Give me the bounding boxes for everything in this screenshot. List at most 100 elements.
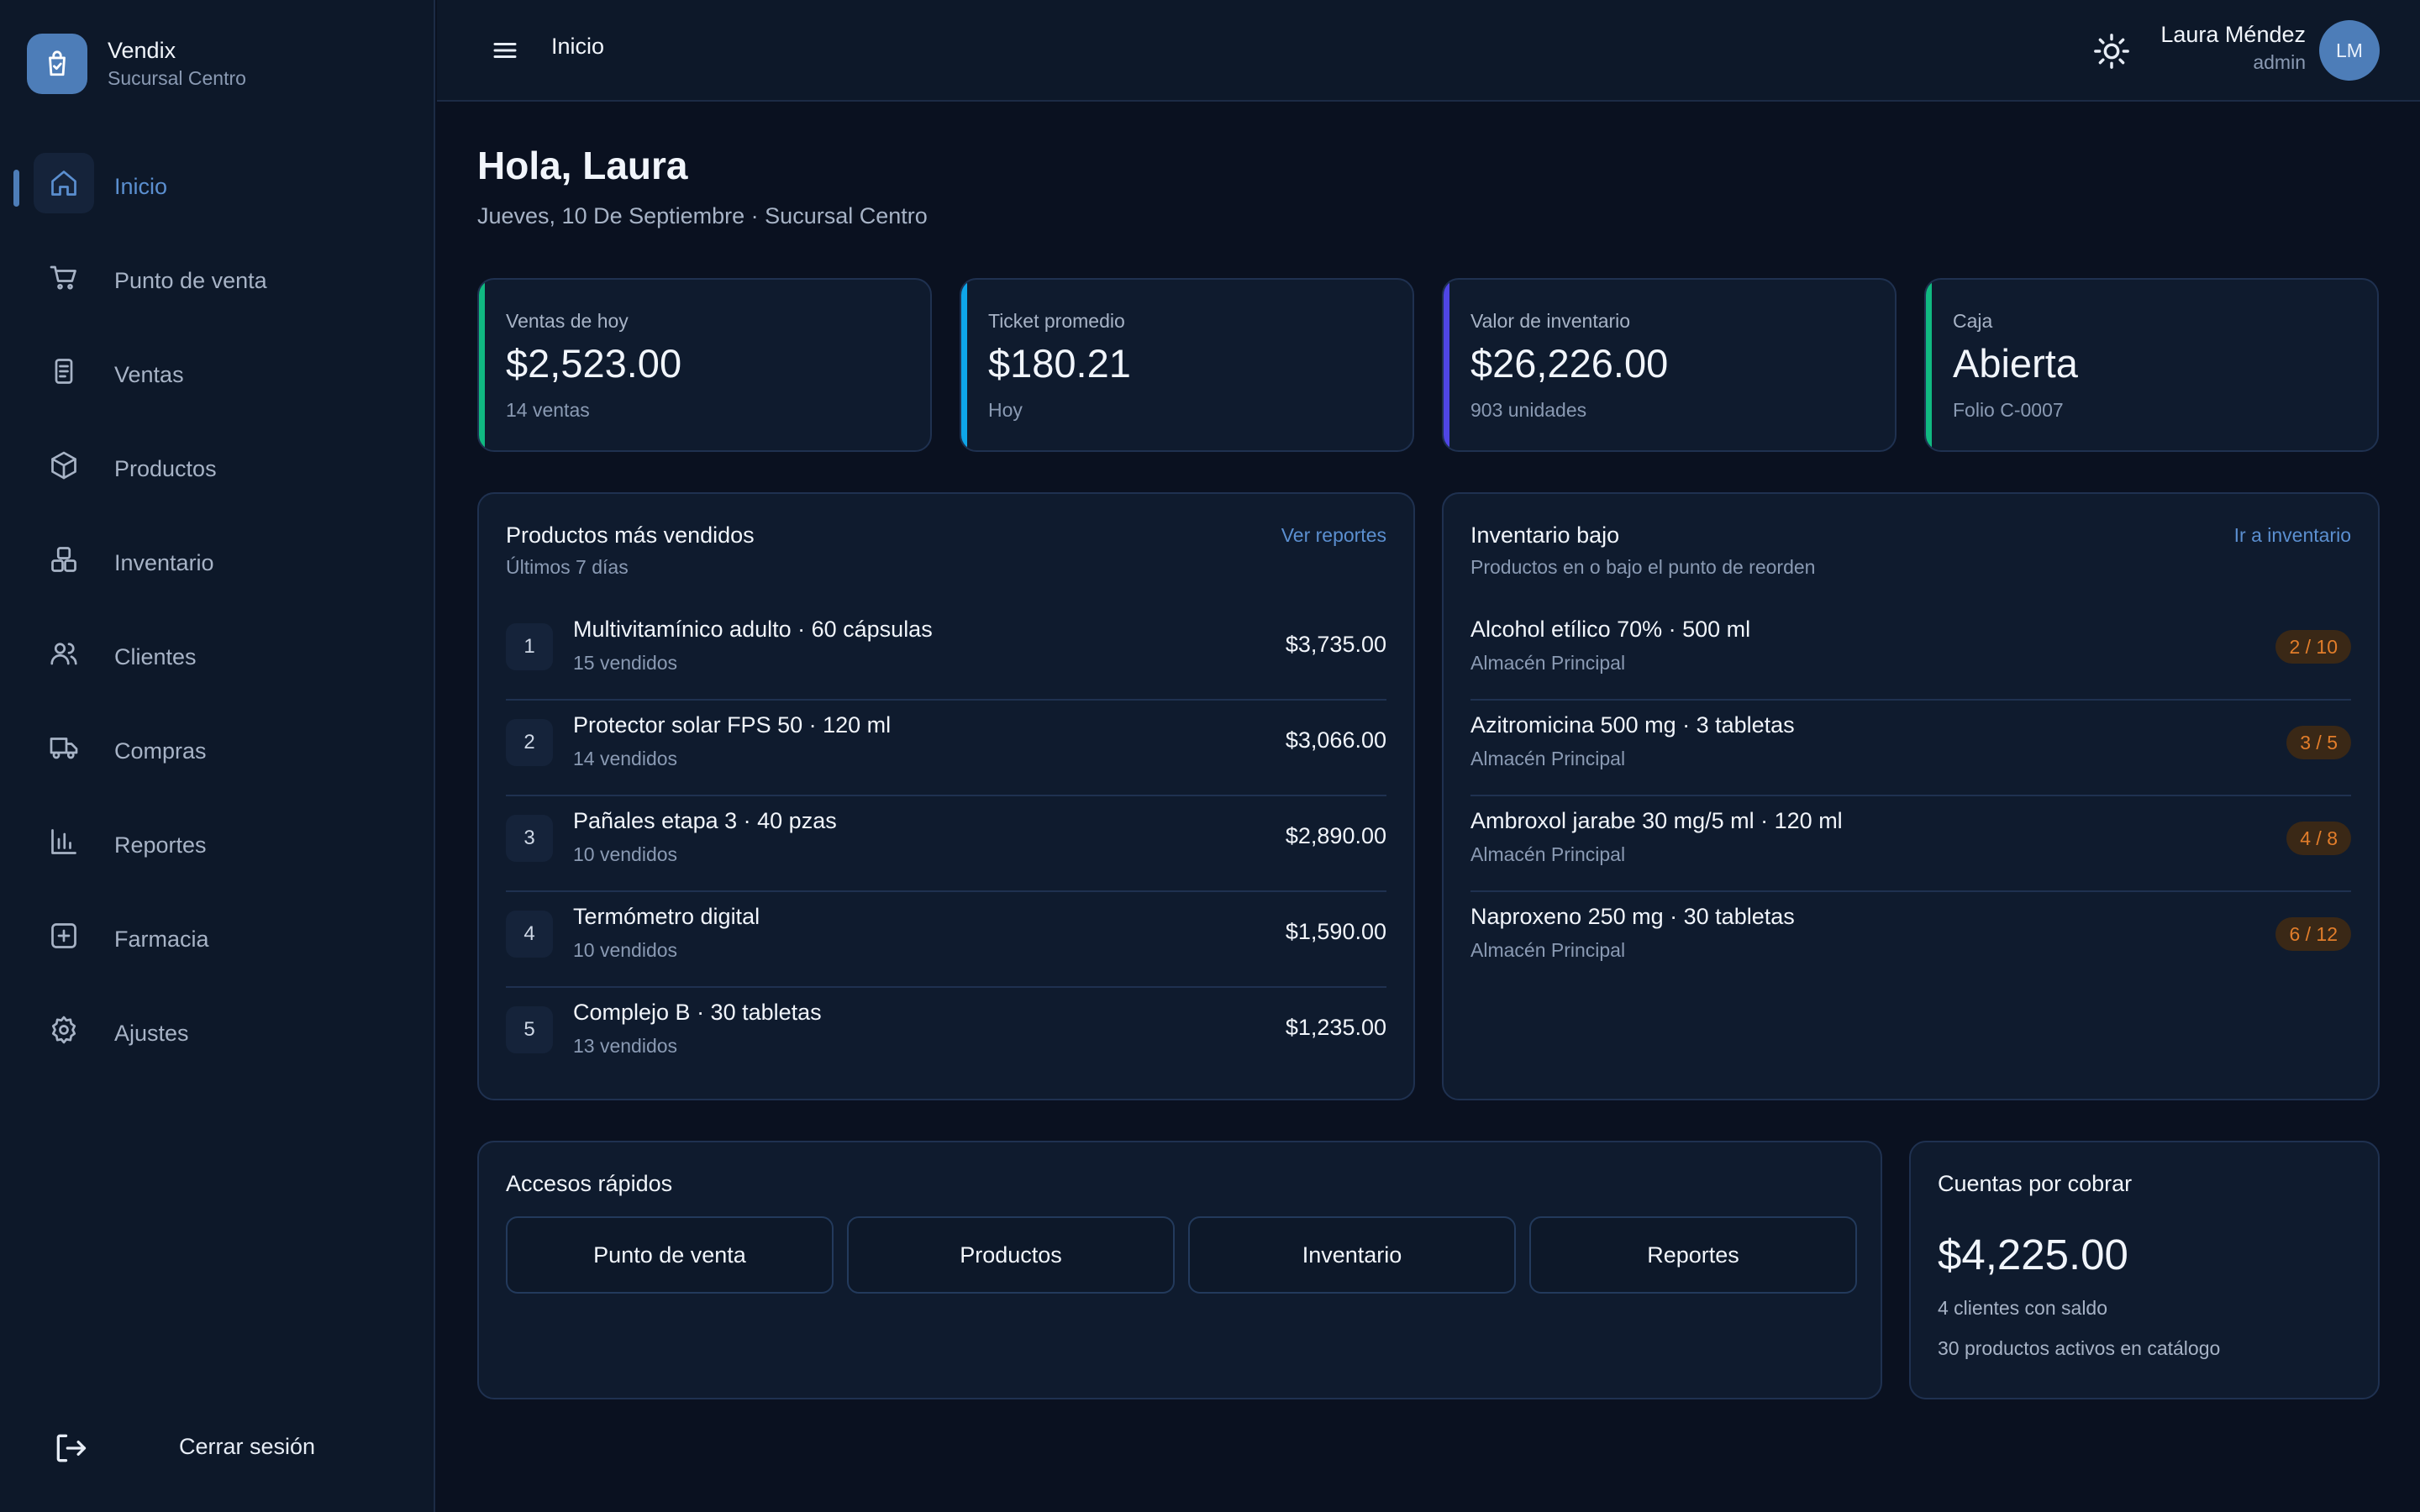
product-amount: $1,235.00 [1285, 1015, 1386, 1040]
logout-button[interactable]: Cerrar sesión [0, 1416, 435, 1477]
sidebar-nav: Inicio Punto de venta Ventas Productos I… [0, 139, 435, 1080]
logout-icon [52, 1430, 89, 1467]
gear-icon [34, 1000, 94, 1060]
list-item[interactable]: Naproxeno 250 mg · 30 tabletas Almacén P… [1470, 892, 2351, 988]
quick-access-products-button[interactable]: Productos [847, 1216, 1175, 1294]
product-name: Complejo B · 30 tabletas [573, 1000, 822, 1025]
sidebar-item-label: Productos [114, 455, 217, 481]
kpi-accent-bar [1444, 280, 1449, 450]
list-item[interactable]: Azitromicina 500 mg · 3 tabletas Almacén… [1470, 701, 2351, 796]
rank-badge: 5 [506, 1006, 553, 1053]
sidebar-item-label: Inventario [114, 549, 214, 575]
menu-icon[interactable] [490, 35, 520, 66]
kpi-label: Ticket promedio [988, 310, 1125, 332]
product-name: Pañales etapa 3 · 40 pzas [573, 808, 837, 833]
sidebar-item-label: Clientes [114, 643, 197, 669]
panel-title: Cuentas por cobrar [1938, 1171, 2133, 1196]
low-stock-panel: Inventario bajo Productos en o bajo el p… [1442, 492, 2380, 1100]
cart-icon [34, 247, 94, 307]
product-amount: $1,590.00 [1285, 919, 1386, 944]
quick-access-pos-button[interactable]: Punto de venta [506, 1216, 834, 1294]
warehouse-location: Almacén Principal [1470, 748, 1626, 769]
sidebar-item-clientes[interactable]: Clientes [0, 610, 435, 704]
go-to-inventory-link[interactable]: Ir a inventario [2234, 524, 2351, 547]
sidebar-item-inicio[interactable]: Inicio [0, 139, 435, 234]
units-sold: 10 vendidos [573, 843, 678, 865]
page-subtitle: Jueves, 10 De Septiembre · Sucursal Cent… [477, 203, 928, 228]
rank-badge: 3 [506, 815, 553, 862]
sun-icon[interactable] [2092, 32, 2131, 71]
kpi-accent-bar [479, 280, 485, 450]
sidebar-item-label: Farmacia [114, 926, 209, 952]
top-products-panel: Productos más vendidos Últimos 7 días Ve… [477, 492, 1415, 1100]
avatar[interactable]: LM [2319, 20, 2380, 81]
quick-access-inventory-button[interactable]: Inventario [1188, 1216, 1516, 1294]
list-item[interactable]: Ambroxol jarabe 30 mg/5 ml · 120 ml Alma… [1470, 796, 2351, 892]
list-item[interactable]: 5 Complejo B · 30 tabletas 13 vendidos $… [506, 988, 1386, 1084]
list-item[interactable]: 2 Protector solar FPS 50 · 120 ml 14 ven… [506, 701, 1386, 796]
sidebar-item-farmacia[interactable]: Farmacia [0, 892, 435, 986]
sidebar-item-productos[interactable]: Productos [0, 422, 435, 516]
kpi-label: Valor de inventario [1470, 310, 1631, 332]
kpi-value: Abierta [1953, 341, 2078, 386]
sidebar-item-ajustes[interactable]: Ajustes [0, 986, 435, 1080]
rank-badge: 2 [506, 719, 553, 766]
product-name: Alcohol etílico 70% · 500 ml [1470, 617, 1751, 642]
topbar: Inicio Laura Méndez admin LM [437, 0, 2420, 102]
shopping-bag-icon [27, 34, 87, 94]
list-item[interactable]: 3 Pañales etapa 3 · 40 pzas 10 vendidos … [506, 796, 1386, 892]
kpi-sub: 14 ventas [506, 399, 590, 421]
product-name: Protector solar FPS 50 · 120 ml [573, 712, 892, 738]
product-amount: $2,890.00 [1285, 823, 1386, 848]
panel-title: Accesos rápidos [506, 1171, 673, 1196]
product-name: Ambroxol jarabe 30 mg/5 ml · 120 ml [1470, 808, 1843, 833]
list-item[interactable]: 1 Multivitamínico adulto · 60 cápsulas 1… [506, 605, 1386, 701]
list-item[interactable]: Alcohol etílico 70% · 500 ml Almacén Pri… [1470, 605, 2351, 701]
brand-name: Vendix [108, 38, 176, 63]
units-sold: 10 vendidos [573, 939, 678, 961]
warehouse-location: Almacén Principal [1470, 843, 1626, 865]
sidebar-item-label: Punto de venta [114, 267, 267, 293]
product-name: Multivitamínico adulto · 60 cápsulas [573, 617, 933, 642]
sidebar-item-label: Reportes [114, 832, 207, 858]
stock-badge: 6 / 12 [2275, 917, 2351, 951]
plus-square-icon [34, 906, 94, 966]
quick-access-panel: Accesos rápidos Punto de venta Productos… [477, 1141, 1882, 1399]
kpi-card-valor-inventario: Valor de inventario $26,226.00 903 unida… [1442, 278, 1897, 452]
home-icon [34, 153, 94, 213]
sidebar-item-compras[interactable]: Compras [0, 704, 435, 798]
product-amount: $3,066.00 [1285, 727, 1386, 753]
receipt-icon [34, 341, 94, 402]
sidebar-item-label: Ventas [114, 361, 184, 387]
stock-badge: 2 / 10 [2275, 630, 2351, 664]
panel-subtitle: Productos en o bajo el punto de reorden [1470, 556, 1816, 578]
clients-with-balance: 4 clientes con saldo [1938, 1297, 2108, 1319]
sidebar-item-punto-de-venta[interactable]: Punto de venta [0, 234, 435, 328]
user-role: admin [2253, 51, 2306, 73]
panel-title: Inventario bajo [1470, 522, 1620, 548]
page-title: Hola, Laura [477, 144, 688, 187]
sidebar-item-reportes[interactable]: Reportes [0, 798, 435, 892]
sidebar-item-inventario[interactable]: Inventario [0, 516, 435, 610]
sidebar-item-ventas[interactable]: Ventas [0, 328, 435, 422]
kpi-card-caja: Caja Abierta Folio C-0007 [1924, 278, 2379, 452]
warehouse-location: Almacén Principal [1470, 652, 1626, 674]
view-reports-link[interactable]: Ver reportes [1281, 524, 1386, 547]
rank-badge: 4 [506, 911, 553, 958]
units-sold: 13 vendidos [573, 1035, 678, 1057]
sidebar-item-label: Ajustes [114, 1020, 189, 1046]
product-name: Termómetro digital [573, 904, 760, 929]
warehouse-location: Almacén Principal [1470, 939, 1626, 961]
kpi-accent-bar [961, 280, 967, 450]
kpi-value: $180.21 [988, 341, 1131, 386]
truck-icon [34, 717, 94, 778]
list-item[interactable]: 4 Termómetro digital 10 vendidos $1,590.… [506, 892, 1386, 988]
sidebar-item-label: Compras [114, 738, 207, 764]
quick-access-reports-button[interactable]: Reportes [1529, 1216, 1857, 1294]
kpi-label: Caja [1953, 310, 1993, 332]
sidebar: Vendix Sucursal Centro Inicio Punto de v… [0, 0, 435, 1512]
panel-title: Productos más vendidos [506, 522, 755, 548]
product-amount: $3,735.00 [1285, 632, 1386, 657]
product-name: Naproxeno 250 mg · 30 tabletas [1470, 904, 1795, 929]
receivables-amount: $4,225.00 [1938, 1231, 2128, 1278]
